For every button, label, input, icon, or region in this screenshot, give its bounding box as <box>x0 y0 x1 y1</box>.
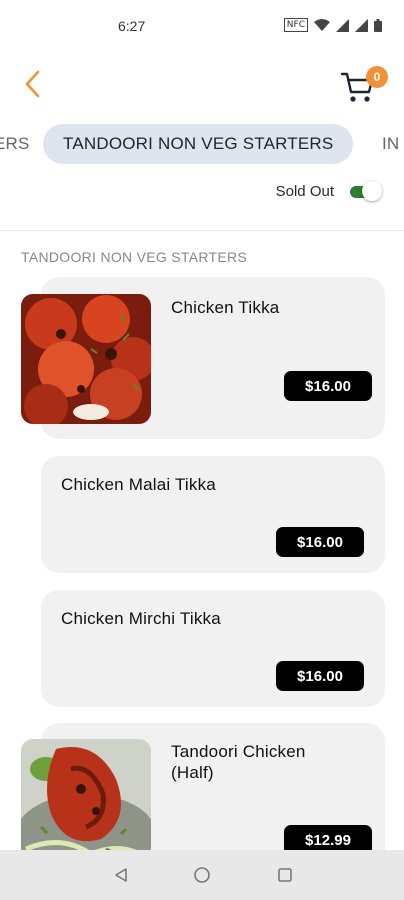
menu-item-name: Chicken Tikka <box>171 298 280 317</box>
square-recents-icon <box>278 868 292 882</box>
sold-out-label: Sold Out <box>275 182 334 200</box>
status-icons: NFC <box>283 18 382 32</box>
sold-out-toggle[interactable] <box>348 178 382 204</box>
tab-tandoori-non-veg-starters[interactable]: TANDOORI NON VEG STARTERS <box>43 124 354 164</box>
sold-out-filter: Sold Out <box>276 178 382 204</box>
system-navigation-bar <box>0 850 404 900</box>
nav-home-button[interactable] <box>191 864 213 886</box>
header: 0 <box>0 54 404 116</box>
menu-item-name: Chicken Mirchi Tikka <box>61 609 221 628</box>
menu-item-price: $16.00 <box>276 527 364 557</box>
nav-recents-button[interactable] <box>274 864 296 886</box>
section-heading: TANDOORI NON VEG STARTERS <box>21 249 248 265</box>
circle-home-icon <box>194 867 210 883</box>
cart-count-badge: 0 <box>366 66 388 88</box>
toggle-thumb <box>362 181 382 201</box>
chicken-tikka-image <box>21 294 151 424</box>
back-button[interactable] <box>14 64 50 104</box>
wifi-icon <box>314 18 330 31</box>
menu-item-price: $16.00 <box>276 661 364 691</box>
signal-icon <box>336 18 349 32</box>
menu-item-name: Tandoori Chicken (Half) <box>171 742 306 782</box>
tab-previous-category[interactable]: ERS <box>0 124 30 164</box>
battery-icon <box>374 18 382 32</box>
tab-next-category[interactable]: IN <box>382 124 399 164</box>
menu-item-card[interactable]: Chicken Malai Tikka $16.00 <box>41 456 385 573</box>
menu-item-name: Chicken Malai Tikka <box>61 475 216 494</box>
divider <box>0 230 404 231</box>
nfc-icon: NFC <box>283 18 308 32</box>
menu-item-price: $16.00 <box>284 371 372 401</box>
triangle-back-icon <box>115 868 127 882</box>
category-tabs: ERS TANDOORI NON VEG STARTERS IN <box>0 124 404 166</box>
cart-button[interactable]: 0 <box>340 60 388 108</box>
nav-back-button[interactable] <box>110 864 132 886</box>
menu-item-card[interactable]: Chicken Mirchi Tikka $16.00 <box>41 590 385 707</box>
signal-icon-2 <box>355 18 368 32</box>
status-time: 6:27 <box>118 18 146 34</box>
status-bar: 6:27 NFC <box>0 0 404 54</box>
chevron-left-icon <box>25 70 40 98</box>
